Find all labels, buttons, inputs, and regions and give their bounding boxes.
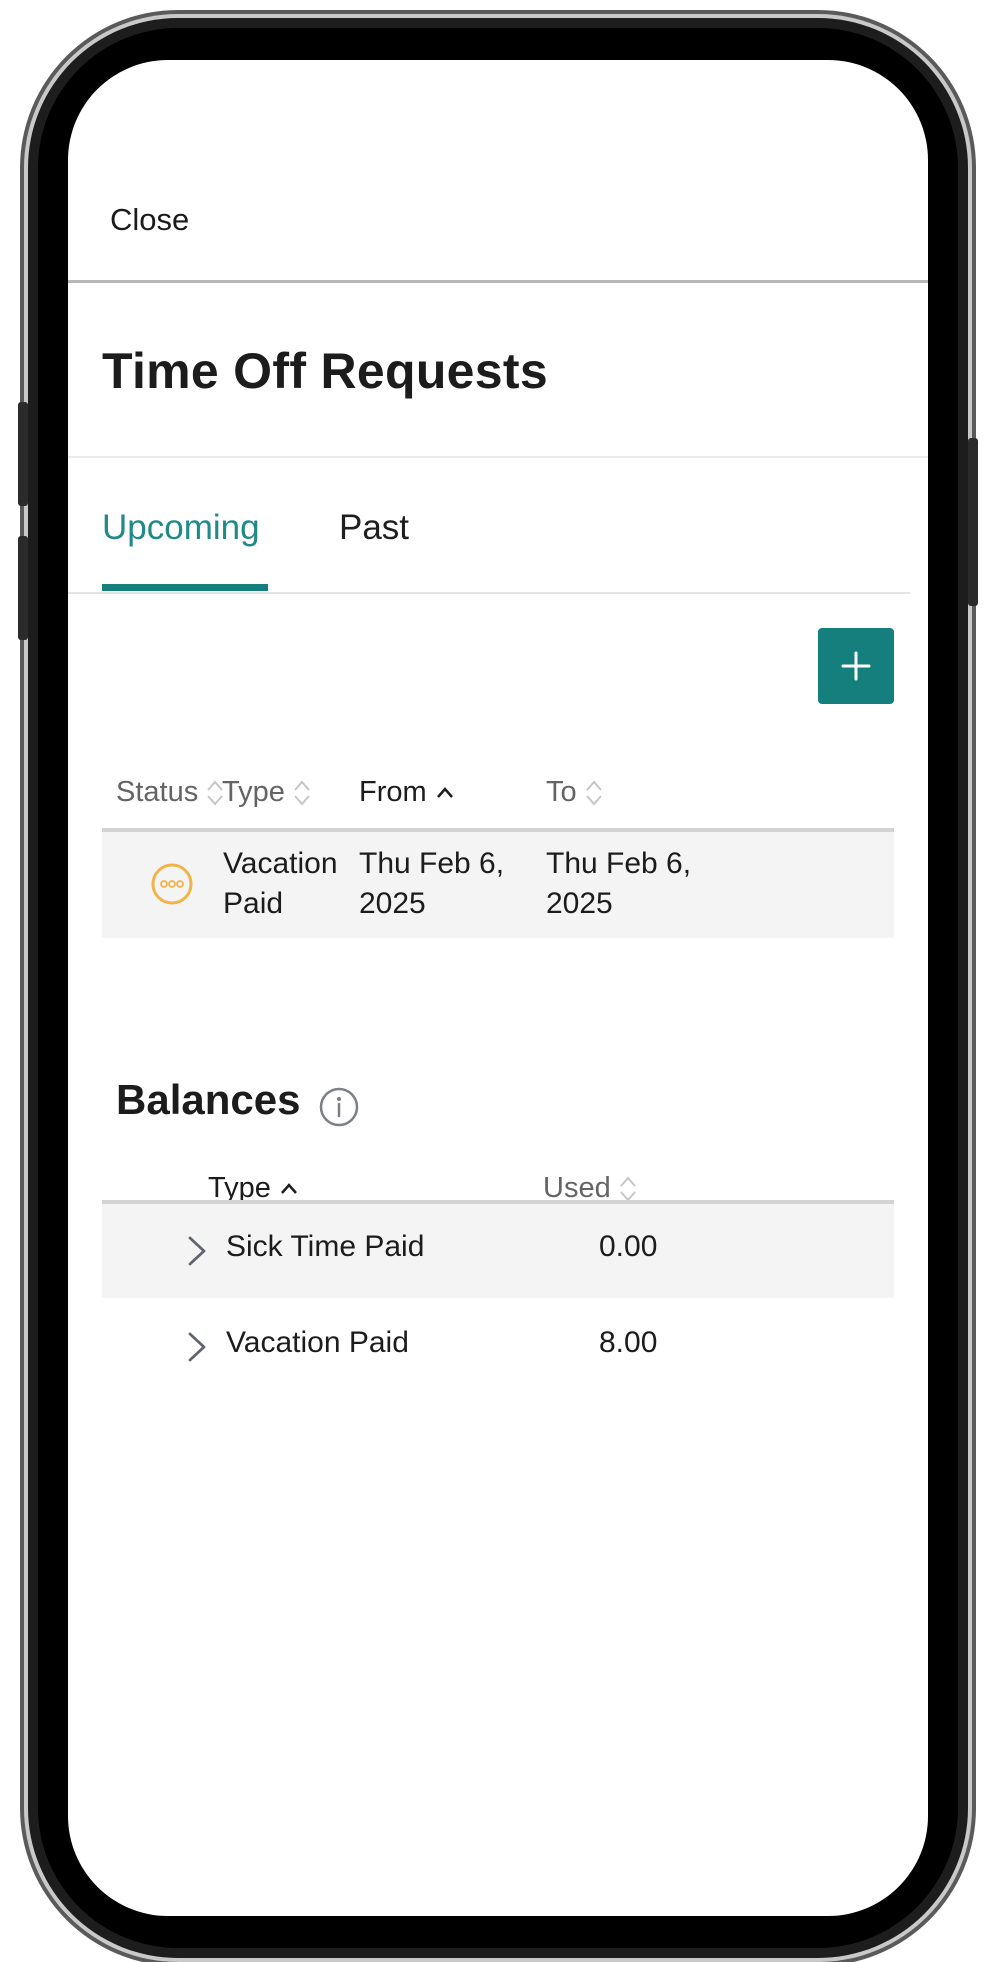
info-icon[interactable] <box>318 1086 360 1128</box>
sort-unsorted-icon <box>619 1175 636 1202</box>
request-type-cell: Vacation Paid <box>223 844 338 924</box>
balance-used: 8.00 <box>599 1326 658 1359</box>
balances-title: Balances <box>116 1076 301 1123</box>
request-type-line1: Vacation <box>223 847 338 880</box>
chevron-right-icon[interactable] <box>186 1234 208 1268</box>
column-header-from-label: From <box>359 776 427 808</box>
request-to-line2: 2025 <box>546 887 613 920</box>
request-type-line2: Paid <box>223 887 284 920</box>
request-from-line2: 2025 <box>359 887 426 920</box>
title-divider <box>68 456 928 458</box>
request-from-cell: Thu Feb 6, 2025 <box>359 844 504 924</box>
phone-side-button-left-1 <box>18 402 28 506</box>
balance-used: 0.00 <box>599 1230 658 1263</box>
balance-row-sick-time[interactable]: Sick Time Paid 0.00 <box>102 1204 894 1298</box>
sort-ascending-icon <box>436 786 453 798</box>
column-header-type[interactable]: Type <box>222 776 311 809</box>
balance-type: Vacation Paid <box>226 1326 409 1359</box>
page-title: Time Off Requests <box>102 343 548 399</box>
sort-ascending-icon <box>280 1182 297 1194</box>
phone-side-button-right <box>968 438 978 606</box>
column-header-to[interactable]: To <box>546 776 603 809</box>
column-header-status-label: Status <box>116 776 199 808</box>
phone-side-button-left-2 <box>18 536 28 640</box>
balance-row-vacation[interactable]: Vacation Paid 8.00 <box>102 1300 894 1394</box>
header-divider <box>68 280 928 283</box>
request-to-cell: Thu Feb 6, 2025 <box>546 844 691 924</box>
chevron-right-icon[interactable] <box>186 1330 208 1364</box>
request-from-line1: Thu Feb 6, <box>359 847 505 880</box>
tabs-divider <box>68 592 910 594</box>
balance-type: Sick Time Paid <box>226 1230 425 1263</box>
column-header-from[interactable]: From <box>359 776 455 809</box>
tab-past[interactable]: Past <box>339 508 409 548</box>
sort-unsorted-icon <box>585 779 602 806</box>
tab-upcoming[interactable]: Upcoming <box>102 508 260 548</box>
active-tab-indicator <box>102 584 268 591</box>
app-screen: Close Time Off Requests Upcoming Past St… <box>68 60 928 1916</box>
column-header-type-label: Type <box>222 776 285 808</box>
pending-icon <box>151 863 193 905</box>
column-header-status[interactable]: Status <box>116 776 224 809</box>
table-row[interactable]: Vacation Paid Thu Feb 6, 2025 Thu Feb 6,… <box>102 832 894 938</box>
plus-icon <box>841 651 871 681</box>
sort-unsorted-icon <box>294 779 310 806</box>
request-to-line1: Thu Feb 6, <box>546 847 692 880</box>
close-button[interactable]: Close <box>110 202 189 238</box>
add-request-button[interactable] <box>818 628 894 704</box>
column-header-to-label: To <box>546 776 577 808</box>
